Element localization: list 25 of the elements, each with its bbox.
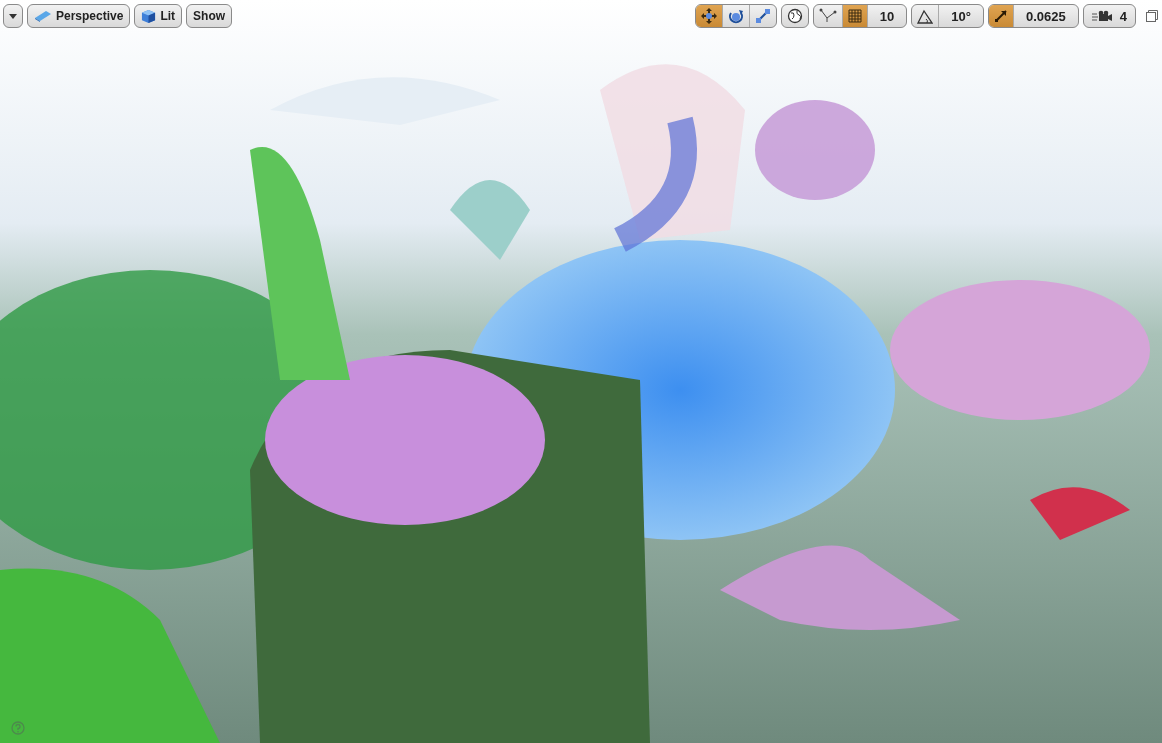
move-arrows-icon [700,8,717,24]
lit-button[interactable]: Lit [134,4,183,28]
globe-icon [786,8,803,24]
grid-size-dropdown[interactable]: 10 [867,5,907,27]
grid-icon [847,9,862,23]
caret-icon [9,13,17,19]
rotation-step-dropdown[interactable]: 10° [939,5,983,27]
maximize-icon[interactable] [1146,10,1158,22]
angle-icon [917,8,934,24]
show-button[interactable]: Show [186,4,233,28]
grid-snap-button[interactable] [842,5,868,27]
scale-step-dropdown[interactable]: 0.0625 [1014,5,1078,27]
translate-tool-button[interactable] [695,5,723,27]
rotate-icon [727,8,744,24]
world-space-button[interactable] [780,4,809,28]
surface-snap-icon [818,8,837,24]
cube-icon [141,8,157,24]
movie-camera-icon [1091,9,1112,23]
perspective-button[interactable]: Perspective [27,4,131,28]
diagonal-arrow-icon [994,9,1008,23]
camera-speed-dropdown[interactable]: 4 [1082,4,1136,28]
options-menu-button[interactable] [3,4,23,28]
camera-view-icon [34,10,52,22]
scale-icon [754,8,771,24]
scale-snap-button[interactable] [989,5,1014,27]
